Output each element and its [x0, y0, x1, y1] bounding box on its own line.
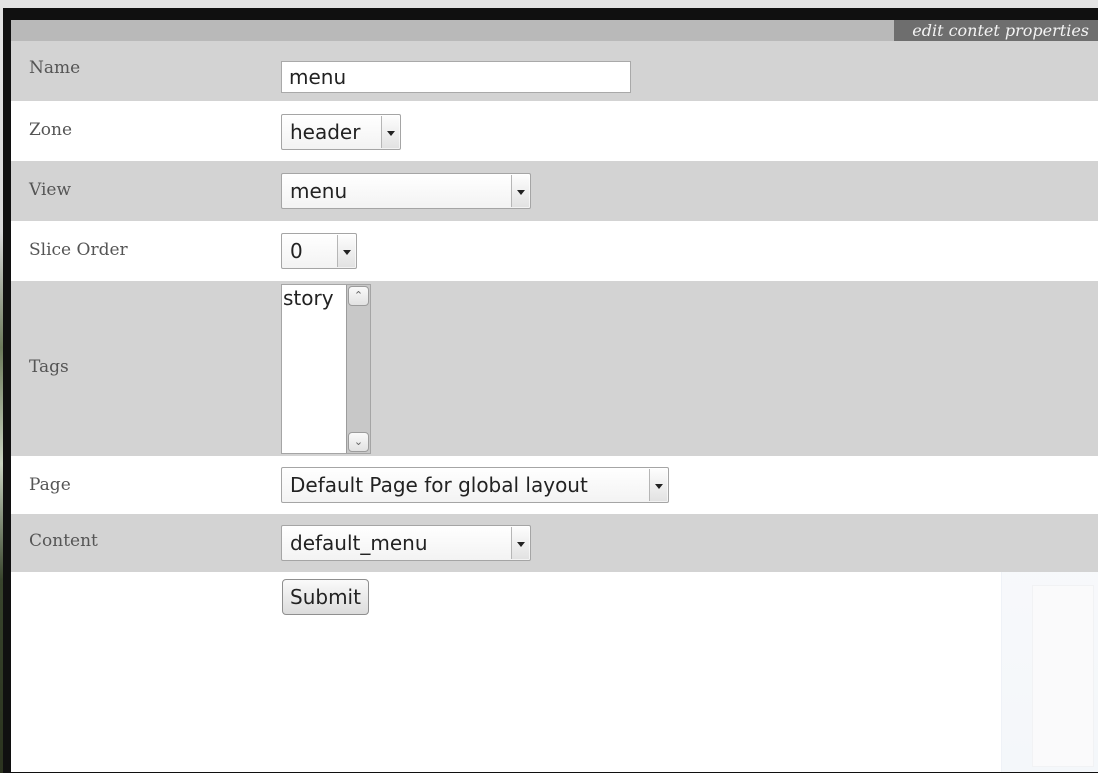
dialog-title-bar: edit contet properties: [11, 20, 1098, 41]
page-label: Page: [29, 475, 71, 495]
chevron-down-icon: [381, 116, 399, 148]
tags-option[interactable]: story: [283, 286, 334, 310]
view-select-value: menu: [290, 179, 348, 203]
scroll-up-arrow-icon[interactable]: ⌃: [348, 286, 369, 306]
content-row: Content default_menu: [11, 514, 1098, 572]
page-select-value: Default Page for global layout: [290, 473, 588, 497]
name-input[interactable]: menu: [281, 61, 631, 93]
content-select-value: default_menu: [290, 531, 428, 555]
slice-order-select-value: 0: [290, 239, 303, 263]
name-row: Name menu: [11, 41, 1098, 101]
slice-order-select[interactable]: 0: [281, 233, 357, 269]
tags-row: Tags story ⌃ ⌄: [11, 281, 1098, 456]
tags-scrollbar[interactable]: ⌃ ⌄: [346, 285, 370, 453]
scroll-down-arrow-icon[interactable]: ⌄: [348, 432, 369, 452]
tags-label: Tags: [29, 357, 69, 377]
content-label: Content: [29, 531, 98, 551]
dialog-frame: edit contet properties Name menu Zone he…: [3, 8, 1098, 773]
page-select[interactable]: Default Page for global layout: [281, 467, 669, 503]
view-row: View menu: [11, 161, 1098, 221]
zone-select-value: header: [290, 120, 361, 144]
zone-label: Zone: [29, 120, 73, 140]
slice-order-row: Slice Order 0: [11, 221, 1098, 281]
zone-select[interactable]: header: [281, 114, 401, 150]
tags-listbox[interactable]: story ⌃ ⌄: [281, 284, 371, 454]
background-window-ghost-inner: [1032, 585, 1094, 767]
name-label: Name: [29, 58, 81, 78]
chevron-down-icon: [649, 469, 667, 501]
slice-order-label: Slice Order: [29, 240, 128, 260]
page-row: Page Default Page for global layout: [11, 456, 1098, 514]
view-label: View: [29, 180, 72, 200]
submit-button[interactable]: Submit: [282, 579, 369, 615]
chevron-down-icon: [511, 175, 529, 207]
view-select[interactable]: menu: [281, 173, 531, 209]
chevron-down-icon: [337, 235, 355, 267]
chevron-down-icon: [511, 527, 529, 559]
zone-row: Zone header: [11, 101, 1098, 161]
edit-content-properties-panel: edit contet properties Name menu Zone he…: [11, 20, 1098, 772]
content-select[interactable]: default_menu: [281, 525, 531, 561]
dialog-title: edit contet properties: [894, 20, 1098, 41]
